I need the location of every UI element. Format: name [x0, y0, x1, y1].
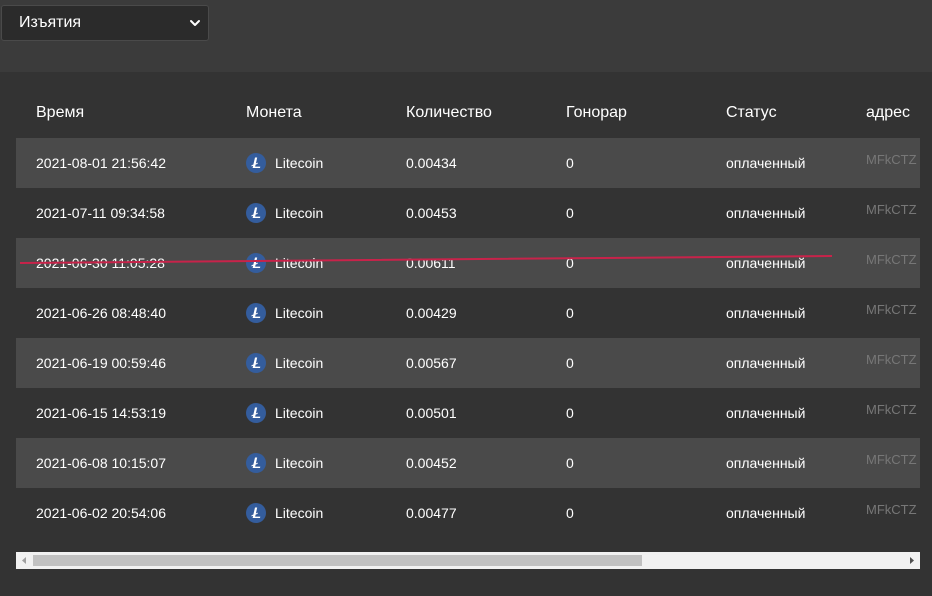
cell-fee: 0 — [566, 305, 574, 321]
cell-fee: 0 — [566, 355, 574, 371]
cell-coin: Litecoin — [275, 155, 324, 171]
cell-status: оплаченный — [726, 355, 806, 371]
scrollbar-thumb[interactable] — [33, 555, 642, 566]
cell-address: MFkCTZ — [866, 252, 917, 267]
cell-status: оплаченный — [726, 405, 806, 421]
horizontal-scrollbar[interactable] — [16, 552, 920, 569]
cell-status: оплаченный — [726, 205, 806, 221]
cell-time: 2021-06-02 20:54:06 — [36, 505, 166, 521]
cell-coin: Litecoin — [275, 405, 324, 421]
cell-fee: 0 — [566, 405, 574, 421]
table-row[interactable]: 2021-06-08 10:15:07 Litecoin 0.00452 0 оплач… — [16, 438, 920, 488]
cell-fee: 0 — [566, 205, 574, 221]
table-row[interactable]: 2021-06-30 11:05:28 Litecoin 0.00611 0 оплач… — [16, 238, 920, 288]
cell-time: 2021-06-15 14:53:19 — [36, 405, 166, 421]
cell-fee: 0 — [566, 455, 574, 471]
table-row[interactable]: 2021-07-11 09:34:58 Litecoin 0.00453 0 оплач… — [16, 188, 920, 238]
column-header-amount: Количество — [406, 104, 492, 121]
column-header-address: адрес — [866, 104, 911, 121]
cell-address: MFkCTZ — [866, 302, 917, 317]
litecoin-icon — [246, 353, 266, 373]
cell-time: 2021-08-01 21:56:42 — [36, 155, 166, 171]
chevron-down-icon — [190, 20, 200, 26]
cell-amount: 0.00611 — [406, 255, 456, 271]
litecoin-icon — [246, 503, 266, 523]
arrow-left-icon[interactable] — [16, 552, 33, 569]
cell-amount: 0.00477 — [406, 505, 457, 521]
column-header-status: Статус — [726, 104, 777, 121]
transaction-type-value: Изъятия — [19, 14, 82, 31]
cell-time: 2021-06-26 08:48:40 — [36, 305, 166, 321]
cell-amount: 0.00453 — [406, 205, 457, 221]
cell-coin: Litecoin — [275, 255, 324, 271]
column-header-time: Время — [36, 104, 85, 121]
litecoin-icon — [246, 153, 266, 173]
table-row[interactable]: 2021-06-02 20:54:06 Litecoin 0.00477 0 оплач… — [16, 488, 920, 538]
table-row[interactable]: 2021-08-01 21:56:42 Litecoin 0.00434 0 оплач… — [16, 138, 920, 188]
cell-address: MFkCTZ — [866, 502, 917, 517]
table-row[interactable]: 2021-06-26 08:48:40 Litecoin 0.00429 0 оплач… — [16, 288, 920, 338]
cell-status: оплаченный — [726, 305, 806, 321]
litecoin-icon — [246, 253, 266, 273]
arrow-right-icon[interactable] — [903, 552, 920, 569]
cell-time: 2021-06-19 00:59:46 — [36, 355, 166, 371]
cell-address: MFkCTZ — [866, 202, 917, 217]
cell-status: оплаченный — [726, 455, 806, 471]
cell-coin: Litecoin — [275, 505, 324, 521]
cell-coin: Litecoin — [275, 305, 324, 321]
column-header-coin: Монета — [246, 104, 302, 121]
cell-status: оплаченный — [726, 155, 806, 171]
litecoin-icon — [246, 303, 266, 323]
table-row[interactable]: 2021-06-15 14:53:19 Litecoin 0.00501 0 оплач… — [16, 388, 920, 438]
cell-status: оплаченный — [726, 255, 806, 271]
cell-amount: 0.00501 — [406, 405, 457, 421]
table-row[interactable]: 2021-06-19 00:59:46 Litecoin 0.00567 0 оплач… — [16, 338, 920, 388]
cell-amount: 0.00567 — [406, 355, 457, 371]
transaction-type-select[interactable]: Изъятия — [1, 5, 209, 41]
column-header-fee: Гонорар — [566, 104, 627, 121]
withdrawals-table: Время Монета Количество Гонорар Статус а… — [16, 88, 920, 558]
litecoin-icon — [246, 453, 266, 473]
cell-fee: 0 — [566, 255, 574, 271]
cell-address: MFkCTZ — [866, 152, 917, 167]
cell-amount: 0.00452 — [406, 455, 457, 471]
cell-amount: 0.00429 — [406, 305, 457, 321]
cell-coin: Litecoin — [275, 455, 324, 471]
cell-amount: 0.00434 — [406, 155, 457, 171]
cell-fee: 0 — [566, 155, 574, 171]
top-bar: Изъятия — [0, 0, 932, 72]
cell-address: MFkCTZ — [866, 402, 917, 417]
cell-coin: Litecoin — [275, 205, 324, 221]
cell-time: 2021-06-08 10:15:07 — [36, 455, 166, 471]
withdrawals-panel: Время Монета Количество Гонорар Статус а… — [0, 72, 932, 596]
litecoin-icon — [246, 403, 266, 423]
cell-address: MFkCTZ — [866, 452, 917, 467]
litecoin-icon — [246, 203, 266, 223]
cell-time: 2021-07-11 09:34:58 — [36, 205, 165, 221]
table-header: Время Монета Количество Гонорар Статус а… — [16, 88, 920, 138]
cell-time: 2021-06-30 11:05:28 — [36, 255, 165, 271]
cell-status: оплаченный — [726, 505, 806, 521]
cell-address: MFkCTZ — [866, 352, 917, 367]
cell-fee: 0 — [566, 505, 574, 521]
cell-coin: Litecoin — [275, 355, 324, 371]
